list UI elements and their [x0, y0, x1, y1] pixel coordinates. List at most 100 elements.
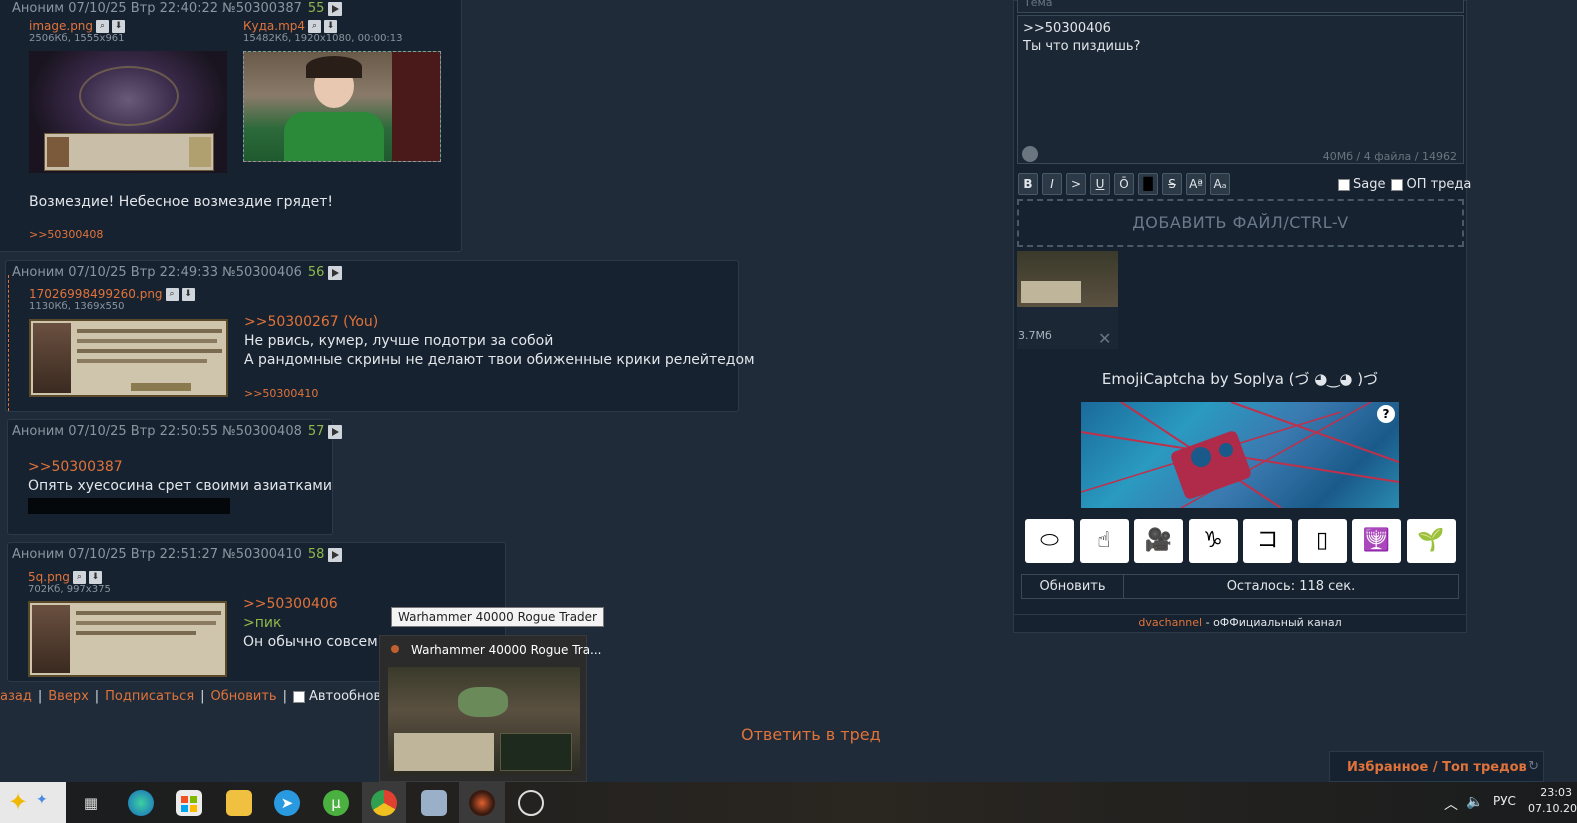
remote-desktop-icon[interactable]: [421, 790, 447, 816]
edge-icon[interactable]: [128, 790, 154, 816]
file-name-link[interactable]: Куда.mp4: [243, 19, 305, 33]
emoji-option-menorah-icon[interactable]: 🕎: [1352, 519, 1401, 563]
download-icon[interactable]: ⬇: [112, 19, 126, 33]
download-icon[interactable]: ⬇: [181, 287, 195, 301]
image-thumbnail[interactable]: [29, 319, 228, 397]
post-index: 57: [307, 424, 325, 439]
reply-ref-link[interactable]: >>50300406: [243, 595, 392, 614]
strike-button[interactable]: S: [1162, 173, 1182, 195]
search-icon[interactable]: ⌕: [308, 19, 322, 33]
play-icon[interactable]: [328, 1, 343, 16]
sticker-icon[interactable]: [1022, 146, 1038, 162]
folder-icon[interactable]: [226, 790, 252, 816]
post-number[interactable]: №50300408: [222, 424, 302, 439]
game-active-slot[interactable]: [459, 782, 505, 823]
sage-checkbox[interactable]: [1338, 178, 1350, 191]
nav-refresh-link[interactable]: Обновить: [211, 689, 277, 704]
channel-link[interactable]: dvachannel: [1138, 616, 1202, 629]
play-icon[interactable]: [328, 424, 343, 439]
reply-backlink[interactable]: >>50300410: [244, 387, 318, 400]
nav-back-link[interactable]: азад: [0, 689, 32, 704]
search-icon[interactable]: ⌕: [72, 570, 86, 584]
emoji-option-portal-icon[interactable]: ⬭: [1025, 519, 1074, 563]
captcha-noise: [1081, 402, 1399, 508]
superscript-button[interactable]: Aª: [1186, 173, 1206, 195]
emoji-option-sprout-icon[interactable]: 🌱: [1406, 519, 1456, 563]
tray-chevron-icon[interactable]: ︿: [1444, 794, 1458, 814]
form-footer: dvachannel - оФФициальный канал: [1014, 616, 1466, 629]
reply-ref-link[interactable]: >>50300267 (You): [244, 313, 755, 332]
op-checkbox[interactable]: [1391, 178, 1404, 191]
search-icon[interactable]: ⌕: [96, 19, 110, 33]
emoji-option-hand-icon[interactable]: ☝: [1079, 519, 1129, 563]
taskbar: ✦ ✦ ▦ ➤ µ ︿ 🔈 РУС 23:03 07.10.20: [0, 782, 1577, 823]
play-icon[interactable]: [328, 265, 343, 280]
emoji-option-mahjong-icon[interactable]: ▯: [1297, 519, 1347, 563]
underline-button[interactable]: U: [1090, 173, 1110, 195]
nav-up-link[interactable]: Вверх: [48, 689, 89, 704]
task-view-icon[interactable]: ▦: [78, 790, 104, 816]
subject-input[interactable]: Тема: [1017, 0, 1464, 13]
nav-subscribe-link[interactable]: Подписаться: [105, 689, 194, 704]
download-icon[interactable]: ⬇: [324, 19, 338, 33]
subject-placeholder: Тема: [1024, 0, 1053, 9]
reply-backlink[interactable]: >>50300408: [29, 228, 103, 241]
emoji-option-video-camera-icon[interactable]: 🎥: [1134, 519, 1183, 563]
message-textarea[interactable]: >>50300406 Ты что пиздишь? 40Мб / 4 файл…: [1017, 15, 1464, 164]
volume-icon[interactable]: 🔈: [1466, 794, 1483, 810]
file-meta: 702Кб, 997x375: [28, 584, 111, 595]
chrome-active-slot[interactable]: [362, 782, 406, 823]
search-icon[interactable]: ⌕: [165, 287, 179, 301]
remove-file-icon[interactable]: ✕: [1098, 329, 1111, 348]
image-thumbnail[interactable]: [29, 51, 227, 173]
language-indicator[interactable]: РУС: [1493, 794, 1516, 808]
download-icon[interactable]: ⬇: [88, 570, 102, 584]
captcha-refresh-button[interactable]: Обновить: [1022, 575, 1124, 598]
subscript-button[interactable]: Aₐ: [1210, 173, 1230, 195]
telegram-icon[interactable]: ➤: [274, 790, 300, 816]
quote-button[interactable]: >: [1066, 173, 1086, 195]
autorefresh-checkbox[interactable]: [292, 690, 305, 703]
post-number[interactable]: №50300406: [222, 265, 302, 280]
reply-form: Тема >>50300406 Ты что пиздишь? 40Мб / 4…: [1013, 0, 1471, 633]
markup-toolbar: B I > U Ō █ S Aª Aₐ: [1018, 173, 1234, 195]
post-header: Аноним 07/10/25 Втр 22:49:33 №50300406 5…: [12, 265, 343, 280]
taskbar-preview[interactable]: Warhammer 40000 Rogue Tra...: [379, 635, 602, 782]
captcha-title: EmojiCaptcha by Soplya (づ ◕‿◕ )づ: [1101, 370, 1379, 388]
file-name-link[interactable]: 5q.png: [28, 570, 70, 584]
widgets-button[interactable]: ✦ ✦: [0, 782, 66, 823]
reply-thread-link[interactable]: Ответить в тред: [741, 725, 881, 744]
spoiler-button[interactable]: █: [1138, 173, 1158, 195]
overline-button[interactable]: Ō: [1114, 173, 1134, 195]
post-message: >>50300387 Опять хуесосина срет своими а…: [28, 458, 332, 496]
favorites-panel[interactable]: Избранное / Топ тредов ↻: [1329, 751, 1544, 782]
nav-separator: |: [37, 689, 43, 704]
store-icon[interactable]: [176, 790, 202, 816]
post-number[interactable]: №50300387: [222, 1, 302, 16]
obs-icon[interactable]: [518, 790, 544, 816]
captcha-image: ?: [1081, 402, 1399, 508]
emoji-option-kanji-icon[interactable]: コ: [1243, 519, 1292, 563]
italic-button[interactable]: I: [1042, 173, 1062, 195]
video-thumbnail[interactable]: [243, 51, 441, 162]
image-thumbnail[interactable]: [28, 601, 227, 677]
post-number[interactable]: №50300410: [222, 547, 302, 562]
play-icon[interactable]: [328, 547, 343, 562]
favorites-label[interactable]: Избранное / Топ тредов: [1347, 760, 1527, 775]
sprout-icon: 🌱: [1417, 528, 1445, 553]
file-name-link[interactable]: 17026998499260.png: [29, 287, 163, 301]
add-file-dropzone[interactable]: ДОБАВИТЬ ФАЙЛ/CTRL-V: [1017, 199, 1464, 247]
file-name-link[interactable]: image.png: [29, 19, 93, 33]
op-label: ОП треда: [1406, 177, 1472, 192]
bold-button[interactable]: B: [1018, 173, 1038, 195]
refresh-icon[interactable]: ↻: [1528, 759, 1539, 774]
clock[interactable]: 23:03 07.10.20: [1528, 785, 1577, 817]
nav-separator: |: [94, 689, 100, 704]
torrent-icon[interactable]: µ: [323, 790, 349, 816]
attached-file: 3.7Мб ✕: [1017, 251, 1118, 349]
captcha-help-icon[interactable]: ?: [1377, 405, 1395, 423]
spoiler-text[interactable]: [28, 498, 230, 514]
emoji-option-capricorn-icon[interactable]: ♑: [1188, 519, 1238, 563]
post-50300406: Аноним 07/10/25 Втр 22:49:33 №50300406 5…: [5, 260, 755, 412]
reply-ref-link[interactable]: >>50300387: [28, 458, 332, 477]
